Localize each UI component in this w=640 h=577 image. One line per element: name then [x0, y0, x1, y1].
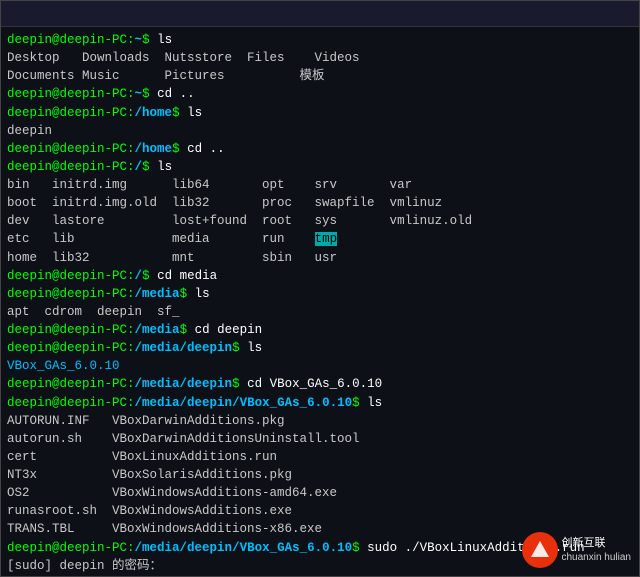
terminal-line: home lib32 mnt sbin usr: [7, 249, 633, 267]
command-text: ls: [187, 287, 210, 301]
prompt-path: /media/deepin/VBox_GAs_6.0.10: [135, 541, 353, 555]
terminal-line: deepin@deepin-PC:/media$ ls: [7, 285, 633, 303]
prompt-user: deepin@deepin-PC: [7, 377, 127, 391]
highlighted-tmp: tmp: [315, 232, 338, 246]
prompt-user: deepin@deepin-PC: [7, 541, 127, 555]
prompt-user: deepin@deepin-PC: [7, 269, 127, 283]
prompt-path: /home: [135, 142, 173, 156]
terminal-line: NT3x VBoxSolarisAdditions.pkg: [7, 466, 633, 484]
prompt-user: deepin@deepin-PC: [7, 396, 127, 410]
terminal-line: dev lastore lost+found root sys vmlinuz.…: [7, 212, 633, 230]
prompt-user: deepin@deepin-PC: [7, 341, 127, 355]
prompt-path: /: [135, 160, 143, 174]
title-bar: [1, 1, 639, 27]
prompt-path: /media/deepin: [135, 377, 233, 391]
terminal-line: Documents Music Pictures 模板: [7, 67, 633, 85]
command-text: ls: [150, 160, 173, 174]
terminal-window: deepin@deepin-PC:~$ lsDesktop Downloads …: [0, 0, 640, 577]
command-text: ls: [360, 396, 383, 410]
prompt-user: deepin@deepin-PC: [7, 287, 127, 301]
watermark-text: 创新互联chuanxin hulian: [562, 536, 632, 563]
prompt-path: /media: [135, 287, 180, 301]
directory-listing: VBox_GAs_6.0.10: [7, 359, 120, 373]
command-text: cd ..: [150, 87, 195, 101]
prompt-path: /media/deepin: [135, 341, 233, 355]
terminal-line: bin initrd.img lib64 opt srv var: [7, 176, 633, 194]
command-text: cd ..: [180, 142, 225, 156]
prompt-path: ~: [135, 87, 143, 101]
command-text: cd VBox_GAs_6.0.10: [240, 377, 383, 391]
terminal-line: OS2 VBoxWindowsAdditions-amd64.exe: [7, 484, 633, 502]
terminal-line: apt cdrom deepin sf_: [7, 303, 633, 321]
command-text: ls: [150, 33, 173, 47]
terminal-line: boot initrd.img.old lib32 proc swapfile …: [7, 194, 633, 212]
terminal-line: runasroot.sh VBoxWindowsAdditions.exe: [7, 502, 633, 520]
terminal-line: deepin@deepin-PC:~$ ls: [7, 31, 633, 49]
terminal-body[interactable]: deepin@deepin-PC:~$ lsDesktop Downloads …: [1, 27, 639, 576]
terminal-line: deepin@deepin-PC:/media/deepin/VBox_GAs_…: [7, 394, 633, 412]
prompt-path: ~: [135, 33, 143, 47]
prompt-user: deepin@deepin-PC: [7, 160, 127, 174]
terminal-line: Desktop Downloads Nutsstore Files Videos: [7, 49, 633, 67]
terminal-line: deepin@deepin-PC:/$ ls: [7, 158, 633, 176]
terminal-line: deepin@deepin-PC:/home$ ls: [7, 104, 633, 122]
terminal-line: deepin@deepin-PC:/media/deepin$ cd VBox_…: [7, 375, 633, 393]
command-text: cd media: [150, 269, 218, 283]
prompt-path: /home: [135, 106, 173, 120]
prompt-user: deepin@deepin-PC: [7, 323, 127, 337]
terminal-line: autorun.sh VBoxDarwinAdditionsUninstall.…: [7, 430, 633, 448]
terminal-line: deepin@deepin-PC:/media/deepin$ ls: [7, 339, 633, 357]
prompt-path: /media/deepin/VBox_GAs_6.0.10: [135, 396, 353, 410]
command-text: cd deepin: [187, 323, 262, 337]
command-text: ls: [240, 341, 263, 355]
terminal-line: deepin@deepin-PC:/$ cd media: [7, 267, 633, 285]
prompt-path: /media: [135, 323, 180, 337]
terminal-line: deepin@deepin-PC:~$ cd ..: [7, 85, 633, 103]
terminal-line: deepin: [7, 122, 633, 140]
terminal-line: Verifying archive integrity... All good.: [7, 575, 633, 576]
terminal-line: cert VBoxLinuxAdditions.run: [7, 448, 633, 466]
prompt-user: deepin@deepin-PC: [7, 33, 127, 47]
terminal-line: VBox_GAs_6.0.10: [7, 357, 633, 375]
prompt-user: deepin@deepin-PC: [7, 142, 127, 156]
prompt-user: deepin@deepin-PC: [7, 87, 127, 101]
terminal-line: etc lib media run tmp: [7, 230, 633, 248]
watermark-logo: [522, 532, 558, 568]
terminal-line: AUTORUN.INF VBoxDarwinAdditions.pkg: [7, 412, 633, 430]
prompt-path: /: [135, 269, 143, 283]
watermark: 创新互联chuanxin hulian: [522, 532, 632, 568]
terminal-line: deepin@deepin-PC:/home$ cd ..: [7, 140, 633, 158]
terminal-line: deepin@deepin-PC:/media$ cd deepin: [7, 321, 633, 339]
command-text: ls: [180, 106, 203, 120]
prompt-user: deepin@deepin-PC: [7, 106, 127, 120]
